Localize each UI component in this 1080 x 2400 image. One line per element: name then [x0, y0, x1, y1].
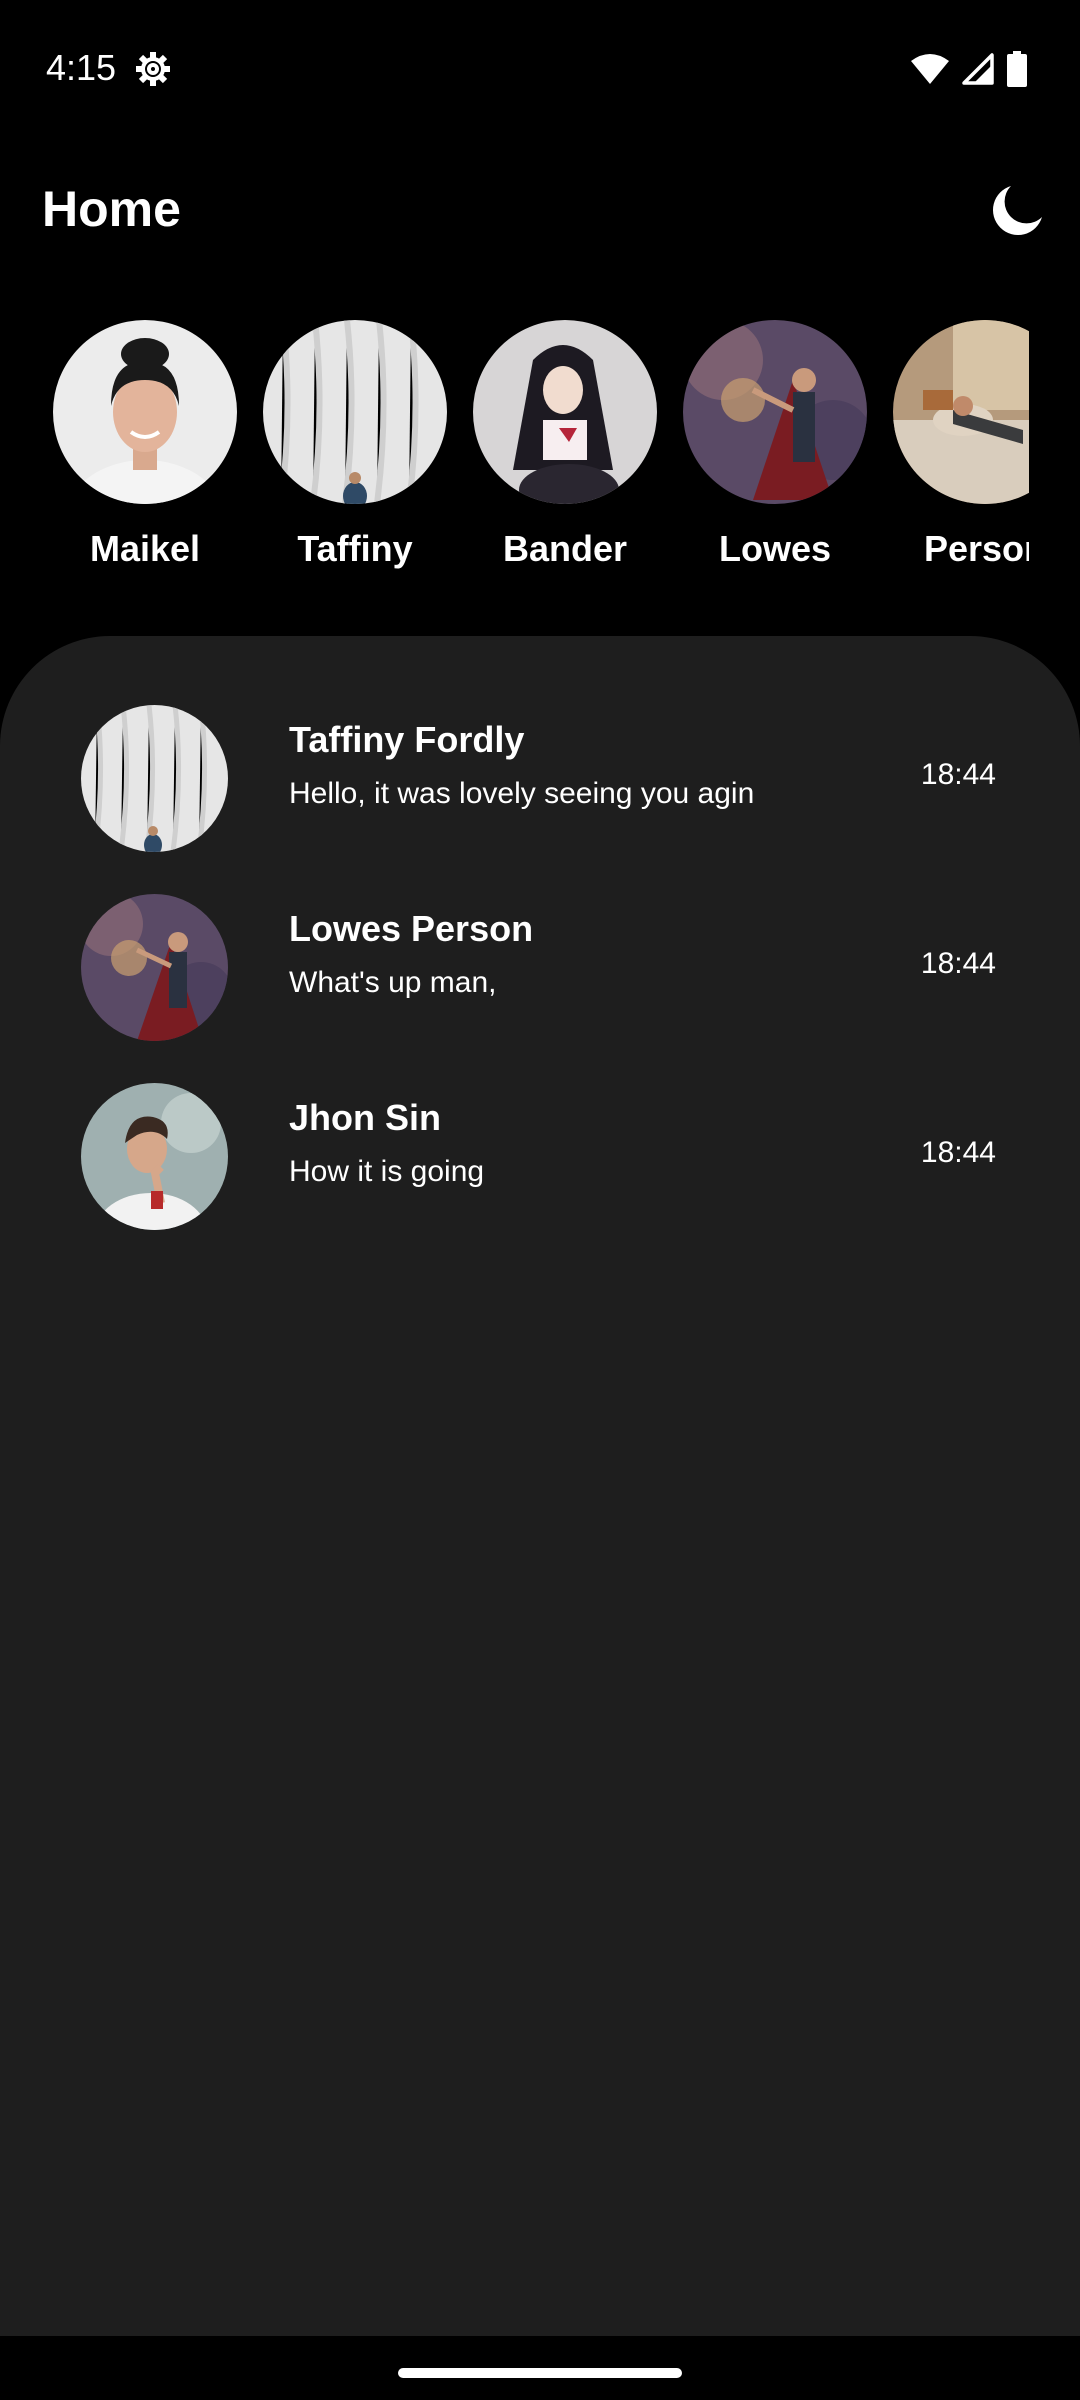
chat-name: Lowes Person: [289, 908, 534, 949]
avatar[interactable]: [893, 320, 1029, 504]
avatar[interactable]: [473, 320, 657, 504]
story-item[interactable]: Person: [893, 318, 1029, 578]
story-item[interactable]: Taffiny: [263, 318, 447, 578]
battery-icon: [1006, 51, 1028, 87]
story-name: Maikel: [89, 528, 201, 569]
chat-message: Hello, it was lovely seeing you agin: [289, 777, 755, 810]
list-item[interactable]: Taffiny Fordly Hello, it was lovely seei…: [0, 705, 1080, 875]
chat-message: What's up man,: [289, 966, 497, 999]
status-icons: [910, 50, 1028, 88]
avatar[interactable]: [81, 894, 228, 1041]
story-name: Bander: [502, 528, 628, 569]
avatar[interactable]: [53, 320, 237, 504]
avatar[interactable]: [263, 320, 447, 504]
home-indicator[interactable]: [398, 2368, 682, 2378]
status-time: 4:15: [46, 47, 117, 88]
list-item[interactable]: Jhon Sin How it is going 18:44: [0, 1083, 1080, 1253]
story-name: Person: [923, 528, 1029, 569]
avatar[interactable]: [81, 1083, 228, 1230]
chat-time: 18:44: [920, 758, 996, 791]
settings-gear-icon: [134, 50, 172, 88]
story-item[interactable]: Bander: [473, 318, 657, 578]
chat-list: Taffiny Fordly Hello, it was lovely seei…: [0, 636, 1080, 2336]
cellular-signal-icon: [962, 53, 994, 85]
chat-message: How it is going: [289, 1155, 485, 1188]
moon-icon[interactable]: [988, 180, 1048, 240]
avatar[interactable]: [81, 705, 228, 852]
wifi-icon: [910, 53, 950, 85]
status-bar: 4:15: [0, 0, 1080, 136]
chat-name: Taffiny Fordly: [289, 719, 525, 760]
chat-time: 18:44: [920, 1136, 996, 1169]
chat-time: 18:44: [920, 947, 996, 980]
story-item[interactable]: Maikel: [53, 318, 237, 578]
stories-row[interactable]: Maikel Taffiny Bander Lowes Perso: [0, 318, 1029, 578]
navigation-bar: [0, 2336, 1080, 2400]
story-item[interactable]: Lowes: [683, 318, 867, 578]
story-name: Lowes: [718, 528, 832, 569]
list-item[interactable]: Lowes Person What's up man, 18:44: [0, 894, 1080, 1064]
chat-name: Jhon Sin: [289, 1097, 441, 1138]
story-name: Taffiny: [297, 528, 413, 569]
avatar[interactable]: [683, 320, 867, 504]
page-title: Home: [42, 181, 181, 237]
